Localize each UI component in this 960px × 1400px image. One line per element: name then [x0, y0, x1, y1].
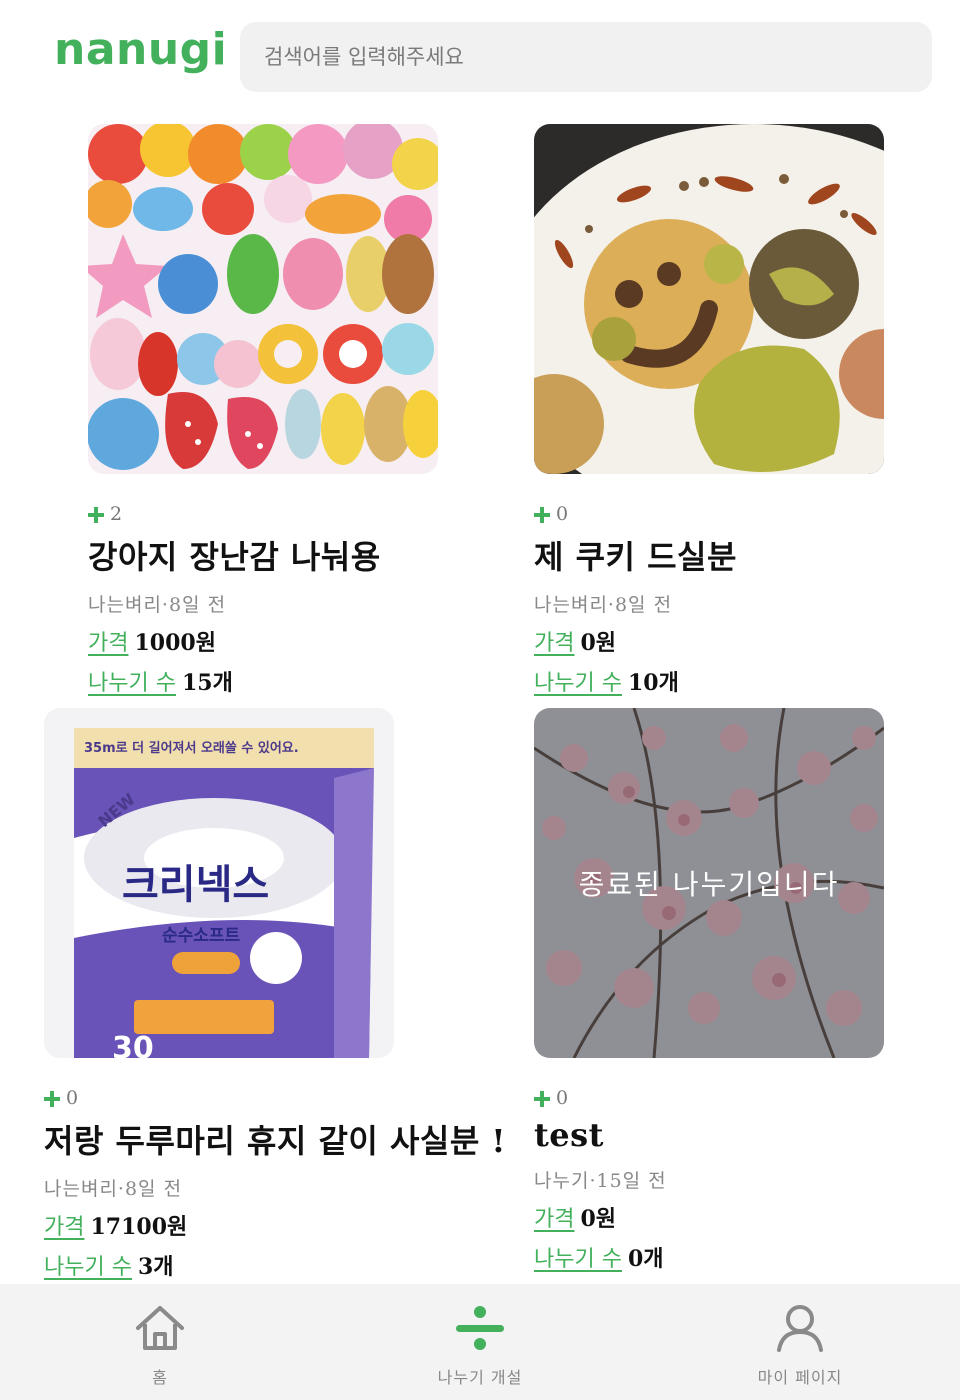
price-label: 가격 — [44, 1215, 85, 1240]
post-card[interactable]: 2 강아지 장난감 나눠용 나는벼리·8일 전 가격 1000원 나누기 수 15개 — [88, 124, 528, 697]
post-title[interactable]: 저랑 두루마리 휴지 같이 사실분 ! — [44, 1116, 505, 1162]
divide-icon — [454, 1304, 506, 1356]
post-author-time: 나누기·15일 전 — [534, 1170, 667, 1192]
like-count[interactable]: 0 — [534, 502, 960, 526]
app-root: nanugi 검색어를 입력해주세요 2 강아지 장난감 나눠용 나는벼리·8일… — [0, 0, 960, 1400]
share-count-value: 0개 — [627, 1246, 664, 1272]
package-count-text: 30 — [112, 1031, 154, 1058]
price-label: 가격 — [534, 631, 575, 656]
like-count-value: 0 — [66, 1087, 79, 1109]
share-count-label: 나누기 수 — [534, 671, 622, 696]
share-count-row: 나누기 수 10개 — [534, 665, 960, 697]
post-card[interactable]: 0 제 쿠키 드실분 나는벼리·8일 전 가격 0원 나누기 수 10개 — [534, 124, 960, 697]
post-title[interactable]: 제 쿠키 드실분 — [534, 532, 960, 578]
like-count-value: 2 — [110, 503, 123, 525]
share-count-row: 나누기 수 0개 — [534, 1241, 960, 1273]
price-row: 가격 0원 — [534, 625, 960, 657]
post-thumbnail[interactable] — [88, 124, 438, 474]
post-card[interactable]: 종료된 나누기입니다 0 test 나누기·15일 전 가격 0원 나누기 수 0개 — [534, 708, 960, 1273]
post-author-time: 나는벼리·8일 전 — [534, 594, 673, 616]
share-count-row: 나누기 수 15개 — [88, 665, 528, 697]
price-label: 가격 — [534, 1207, 575, 1232]
user-icon — [774, 1304, 826, 1356]
header: nanugi — [0, 0, 960, 110]
price-value: 17100원 — [90, 1214, 188, 1240]
plus-icon — [534, 1090, 550, 1107]
nav-item-home[interactable]: 홈 — [0, 1284, 320, 1400]
like-count-value: 0 — [556, 1087, 569, 1109]
cookies-photo — [534, 124, 884, 474]
share-count-label: 나누기 수 — [534, 1247, 622, 1272]
share-count-label: 나누기 수 — [44, 1255, 132, 1280]
package-top-text: 35m로 더 길어져서 오래쓸 수 있어요. — [84, 740, 299, 756]
plus-icon — [534, 506, 550, 523]
post-card[interactable]: 35m로 더 길어져서 오래쓸 수 있어요. 크리넥스 순수소프트 NEW 30 — [44, 708, 505, 1281]
post-thumbnail[interactable] — [534, 124, 884, 474]
ended-text: 종료된 나누기입니다 — [578, 868, 840, 901]
post-thumbnail[interactable]: 종료된 나누기입니다 — [534, 708, 884, 1058]
price-label: 가격 — [88, 631, 129, 656]
post-author-time: 나는벼리·8일 전 — [88, 594, 227, 616]
share-count-value: 10개 — [627, 670, 679, 696]
app-logo[interactable]: nanugi — [54, 24, 227, 75]
nav-item-create-share[interactable]: 나누기 개설 — [320, 1284, 640, 1400]
share-count-value: 15개 — [181, 670, 233, 696]
price-row: 가격 0원 — [534, 1201, 960, 1233]
price-value: 1000원 — [134, 630, 216, 656]
price-row: 가격 1000원 — [88, 625, 528, 657]
dog-toys-photo — [88, 124, 438, 474]
nav-label-home: 홈 — [152, 1368, 168, 1387]
nav-item-my-page[interactable]: 마이 페이지 — [640, 1284, 960, 1400]
package-sub-text: 순수소프트 — [162, 926, 241, 946]
ended-overlay: 종료된 나누기입니다 — [534, 708, 884, 1058]
like-count-value: 0 — [556, 503, 569, 525]
post-title[interactable]: test — [534, 1116, 960, 1154]
like-count[interactable]: 0 — [534, 1086, 960, 1110]
bottom-nav: 홈 나누기 개설 마이 페이지 — [0, 1284, 960, 1400]
like-count[interactable]: 2 — [88, 502, 528, 526]
nav-label-my-page: 마이 페이지 — [757, 1368, 843, 1387]
package-brand-text: 크리넥스 — [122, 862, 269, 908]
price-row: 가격 17100원 — [44, 1209, 484, 1241]
nav-label-create-share: 나누기 개설 — [437, 1368, 523, 1387]
search-input[interactable] — [240, 22, 932, 92]
post-thumbnail[interactable]: 35m로 더 길어져서 오래쓸 수 있어요. 크리넥스 순수소프트 NEW 30 — [44, 708, 394, 1058]
post-title[interactable]: 강아지 장난감 나눠용 — [88, 532, 528, 578]
post-author-time: 나는벼리·8일 전 — [44, 1178, 183, 1200]
like-count[interactable]: 0 — [44, 1086, 484, 1110]
share-count-label: 나누기 수 — [88, 671, 176, 696]
price-value: 0원 — [580, 630, 617, 656]
share-count-value: 3개 — [137, 1254, 174, 1280]
plus-icon — [88, 506, 104, 523]
price-value: 0원 — [580, 1206, 617, 1232]
share-count-row: 나누기 수 3개 — [44, 1249, 484, 1281]
toilet-paper-photo: 35m로 더 길어져서 오래쓸 수 있어요. 크리넥스 순수소프트 NEW 30 — [44, 708, 394, 1058]
plus-icon — [44, 1090, 60, 1107]
home-icon — [134, 1304, 186, 1356]
